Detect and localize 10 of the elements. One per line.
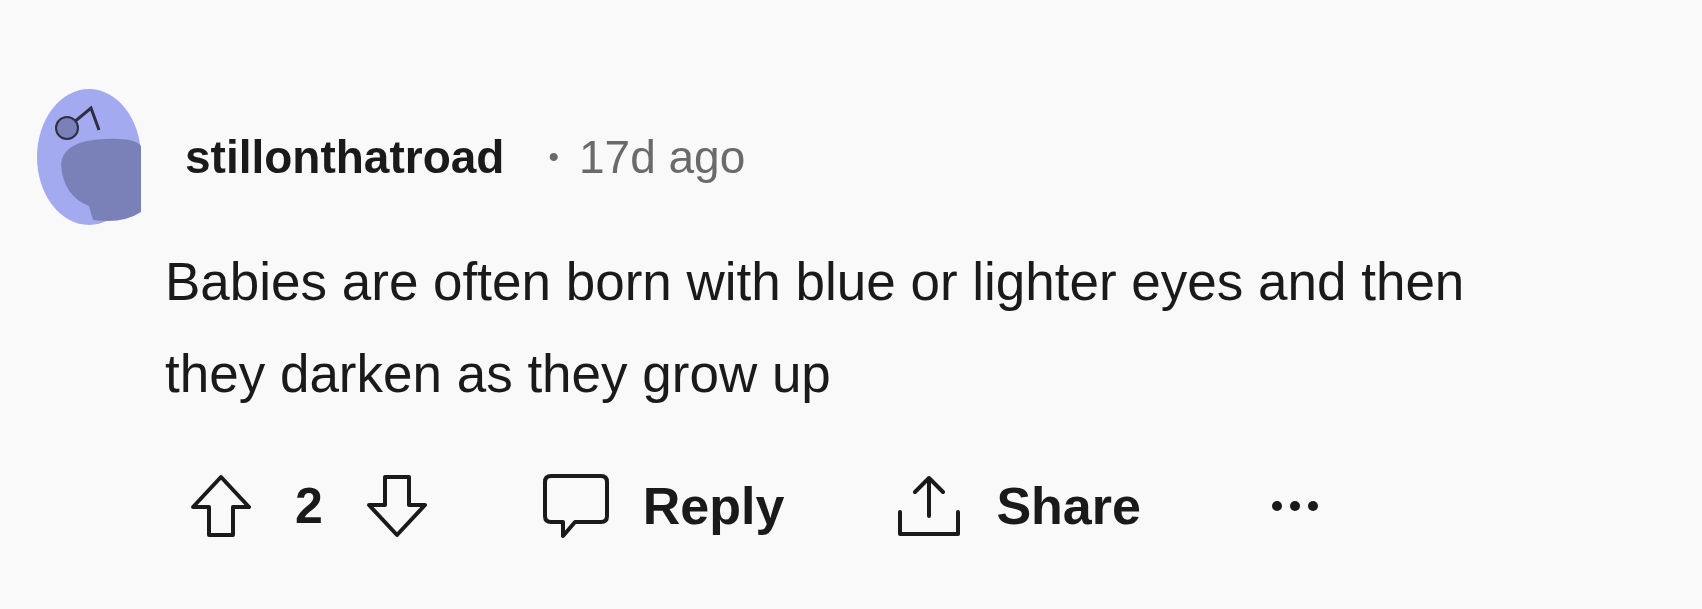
share-button[interactable]: Share [894, 472, 1141, 540]
reply-button[interactable]: Reply [540, 472, 785, 540]
ellipsis-icon [1270, 500, 1319, 512]
comment-text: Babies are often born with blue or lighter eyes and then they darken as they grow up [165, 251, 1466, 405]
timestamp: 17d ago [578, 130, 746, 184]
username[interactable]: stillonthatroad [185, 130, 505, 184]
speech-bubble-icon [540, 472, 611, 540]
vote-count: 2 [295, 477, 323, 535]
separator-dot: • [548, 140, 559, 174]
more-options-button[interactable] [1270, 500, 1319, 512]
